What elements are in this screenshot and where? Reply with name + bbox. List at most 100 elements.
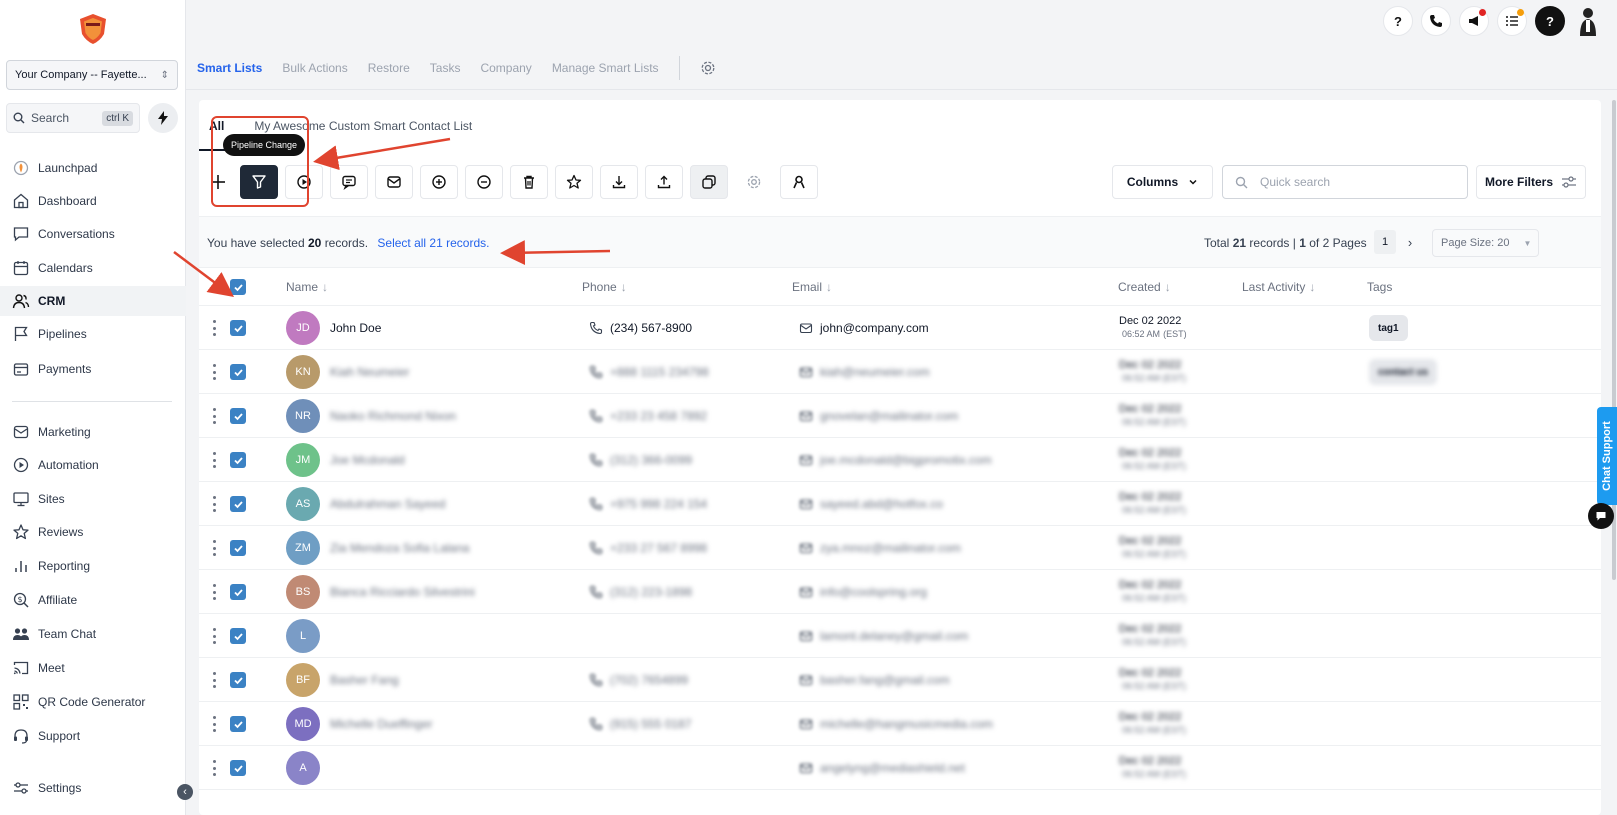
row-checkbox[interactable] [230, 452, 246, 468]
row-checkbox[interactable] [230, 716, 246, 732]
row-checkbox[interactable] [230, 628, 246, 644]
delete-button[interactable] [510, 165, 548, 199]
pagination-page-1[interactable]: 1 [1374, 230, 1396, 254]
sidebar-item-marketing[interactable]: Marketing [0, 417, 186, 447]
row-menu-icon[interactable] [213, 364, 217, 380]
select-all-checkbox[interactable] [230, 279, 246, 295]
import-button[interactable] [645, 165, 683, 199]
page-size-select[interactable]: Page Size: 20 ▼ [1432, 229, 1539, 257]
megaphone-icon[interactable] [1459, 6, 1489, 36]
columns-button[interactable]: Columns [1112, 165, 1213, 199]
row-menu-icon[interactable] [213, 452, 217, 468]
contact-name[interactable]: Zia Mendoza Sofia Lalana [330, 541, 469, 555]
phone-number[interactable]: (312) 366-0099 [610, 453, 692, 467]
contact-name[interactable]: Basher Fang [330, 673, 399, 687]
phone-number[interactable]: (915) 555 0187 [610, 717, 691, 731]
select-all-link[interactable]: Select all 21 records. [377, 236, 489, 250]
more-filters-button[interactable]: More Filters [1476, 165, 1586, 199]
sidebar-item-qr-code-generator[interactable]: QR Code Generator [0, 687, 186, 717]
chat-bubble-icon[interactable] [1588, 503, 1614, 529]
tab-company[interactable]: Company [480, 61, 531, 75]
add-tag-button[interactable] [420, 165, 458, 199]
table-row[interactable]: BS Bianca Ricciardo Silvestrini (312) 223-… [199, 570, 1601, 614]
sidebar-item-dashboard[interactable]: Dashboard [0, 186, 186, 216]
table-row[interactable]: NR Naoko Richmond Nixon +233 23 458 7892 gn… [199, 394, 1601, 438]
row-menu-icon[interactable] [213, 540, 217, 556]
column-header-email[interactable]: Email ↓ [792, 280, 832, 294]
column-header-phone[interactable]: Phone ↓ [582, 280, 627, 294]
row-checkbox[interactable] [230, 320, 246, 336]
tag-chip[interactable]: tag1 [1369, 315, 1408, 341]
row-menu-icon[interactable] [213, 584, 217, 600]
column-header-created[interactable]: Created ↓ [1118, 280, 1171, 294]
row-checkbox[interactable] [230, 540, 246, 556]
sidebar-item-automation[interactable]: Automation [0, 450, 186, 480]
gear-icon[interactable] [700, 60, 716, 76]
table-row[interactable]: JD John Doe (234) 567-8900 john@company.com… [199, 306, 1601, 350]
email-address[interactable]: lamont.delaney@gmail.com [820, 629, 968, 643]
phone-number[interactable]: +975 998 224 154 [610, 497, 707, 511]
phone-number[interactable]: (312) 223-1898 [610, 585, 692, 599]
contact-name[interactable]: Kiah Neumeier [330, 365, 409, 379]
sidebar-item-reviews[interactable]: Reviews [0, 517, 186, 547]
tab-smart-lists[interactable]: Smart Lists [197, 61, 262, 75]
email-address[interactable]: gnovelan@mailinator.com [820, 409, 958, 423]
sidebar-item-payments[interactable]: Payments [0, 354, 186, 384]
table-row[interactable]: AS Abdulrahman Sayeed +975 998 224 154 saye… [199, 482, 1601, 526]
avatar[interactable] [1573, 6, 1603, 36]
sidebar-item-settings[interactable]: Settings [0, 773, 186, 803]
row-checkbox[interactable] [230, 496, 246, 512]
tag-chip[interactable]: contact us [1369, 359, 1438, 385]
phone-number[interactable]: +233 27 567 8998 [610, 541, 707, 555]
sidebar-item-conversations[interactable]: Conversations [0, 219, 186, 249]
email-address[interactable]: joe.mcdonald@bigpromotix.com [820, 453, 992, 467]
contact-name[interactable]: Abdulrahman Sayeed [330, 497, 445, 511]
email-address[interactable]: info@coolspring.org [820, 585, 927, 599]
table-row[interactable]: Aangelyng@mediashield.net Dec 02 2022 06:5… [199, 746, 1601, 790]
contact-name[interactable]: Bianca Ricciardo Silvestrini [330, 585, 475, 599]
company-selector[interactable]: Your Company -- Fayette... ⇕ [6, 60, 178, 90]
contact-name[interactable]: Michelle Dueffinger [330, 717, 433, 731]
email-address[interactable]: sayeed.abd@hotfox.co [820, 497, 943, 511]
quick-search-input[interactable] [1260, 175, 1450, 189]
sidebar-item-reporting[interactable]: Reporting [0, 551, 186, 581]
task-list-icon[interactable] [1497, 6, 1527, 36]
merge-button[interactable] [690, 165, 728, 199]
row-checkbox[interactable] [230, 408, 246, 424]
sidebar-item-calendars[interactable]: Calendars [0, 253, 186, 283]
row-menu-icon[interactable] [213, 320, 217, 336]
sidebar-item-support[interactable]: Support [0, 721, 186, 751]
row-menu-icon[interactable] [213, 628, 217, 644]
table-row[interactable]: BF Basher Fang (702) 7654899 basher.fang@gm… [199, 658, 1601, 702]
tab-restore[interactable]: Restore [368, 61, 410, 75]
row-checkbox[interactable] [230, 584, 246, 600]
contact-name[interactable]: Naoko Richmond Nixon [330, 409, 456, 423]
sidebar-item-sites[interactable]: Sites [0, 484, 186, 514]
row-menu-icon[interactable] [213, 408, 217, 424]
send-email-button[interactable] [375, 165, 413, 199]
logo[interactable] [76, 12, 110, 46]
phone-icon[interactable] [1421, 6, 1451, 36]
table-row[interactable]: MD Michelle Dueffinger (915) 555 0187 miche… [199, 702, 1601, 746]
contact-name[interactable]: John Doe [330, 321, 381, 335]
table-row[interactable]: KN Kiah Neumeier +888 1115 234798 kiah@neum… [199, 350, 1601, 394]
row-menu-icon[interactable] [213, 760, 217, 776]
collapse-sidebar-button[interactable]: ‹ [177, 784, 193, 800]
phone-number[interactable]: (702) 7654899 [610, 673, 688, 687]
sidebar-item-launchpad[interactable]: Launchpad [0, 153, 186, 183]
phone-number[interactable]: (234) 567-8900 [610, 321, 692, 335]
quick-actions-button[interactable] [148, 103, 178, 133]
help-circle-icon[interactable]: ? [1535, 6, 1565, 36]
table-row[interactable]: Llamont.delaney@gmail.com Dec 02 2022 06:5… [199, 614, 1601, 658]
email-address[interactable]: kiah@neumeier.com [820, 365, 930, 379]
settings-button[interactable] [735, 165, 773, 199]
row-menu-icon[interactable] [213, 496, 217, 512]
table-row[interactable]: JM Joe Mcdonald (312) 366-0099 joe.mcdonald… [199, 438, 1601, 482]
row-checkbox[interactable] [230, 364, 246, 380]
email-address[interactable]: john@company.com [820, 321, 929, 335]
review-request-button[interactable] [555, 165, 593, 199]
tab-bulk-actions[interactable]: Bulk Actions [282, 61, 347, 75]
tab-tasks[interactable]: Tasks [430, 61, 461, 75]
chevron-right-icon[interactable]: › [1402, 230, 1418, 254]
phone-number[interactable]: +233 23 458 7892 [610, 409, 707, 423]
